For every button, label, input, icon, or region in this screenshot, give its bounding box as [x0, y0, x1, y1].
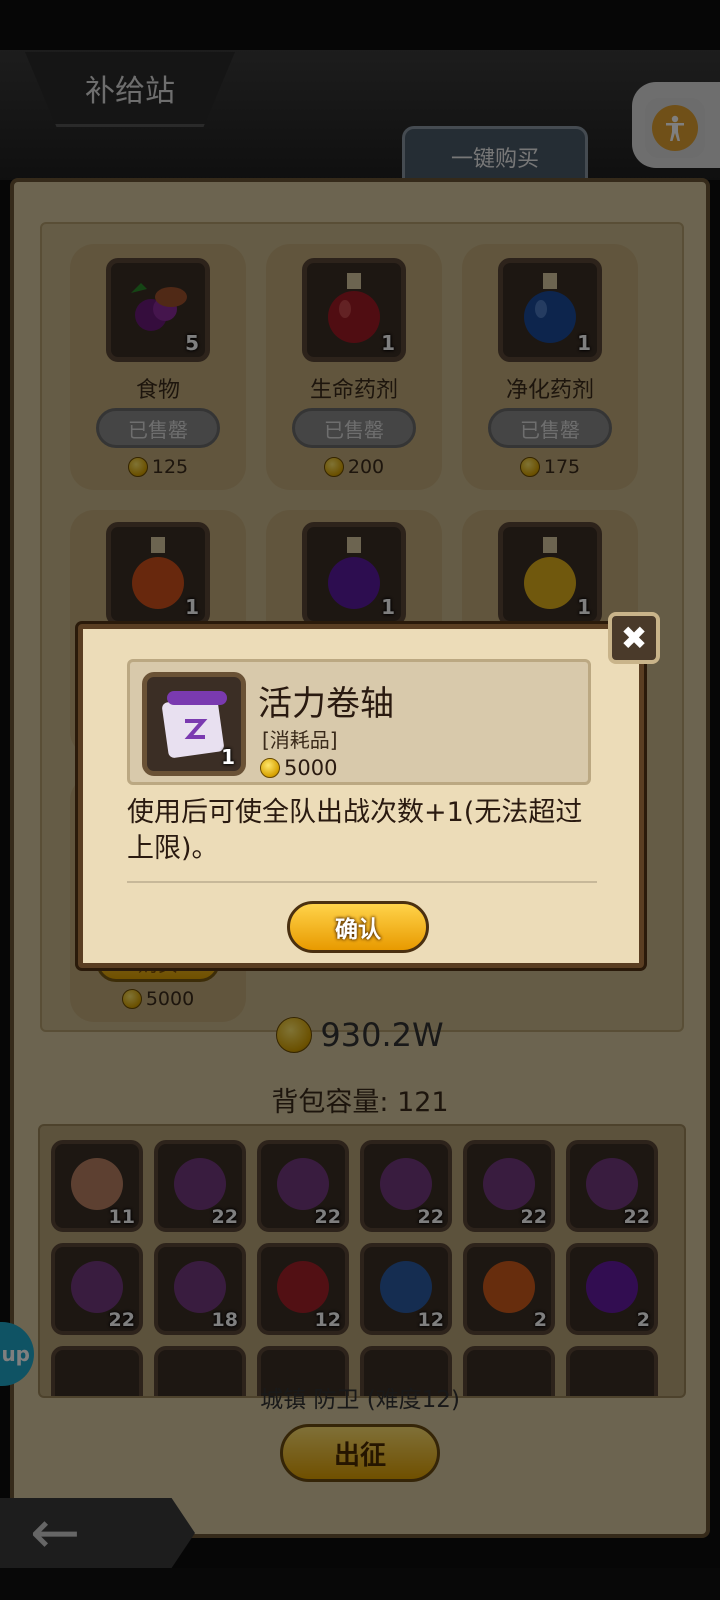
- close-icon: ✖: [620, 619, 648, 657]
- divider: [127, 881, 597, 883]
- item-qty: 1: [221, 745, 235, 769]
- item-description: 使用后可使全队出战次数+1(无法超过上限)。: [127, 797, 583, 864]
- confirm-button[interactable]: 确认: [287, 901, 429, 953]
- item-info-box: 1 活力卷轴 [消耗品] 5000: [127, 659, 591, 785]
- item-name: 活力卷轴: [258, 684, 394, 724]
- item-type: [消耗品]: [262, 728, 338, 752]
- coin-icon: [260, 758, 280, 778]
- item-detail-modal: 1 活力卷轴 [消耗品] 5000 使用后可使全队出战次数+1(无法超过上限)。…: [78, 624, 644, 968]
- scroll-icon: 1: [142, 672, 246, 776]
- close-button[interactable]: ✖: [608, 612, 660, 664]
- item-price: 5000: [260, 756, 337, 780]
